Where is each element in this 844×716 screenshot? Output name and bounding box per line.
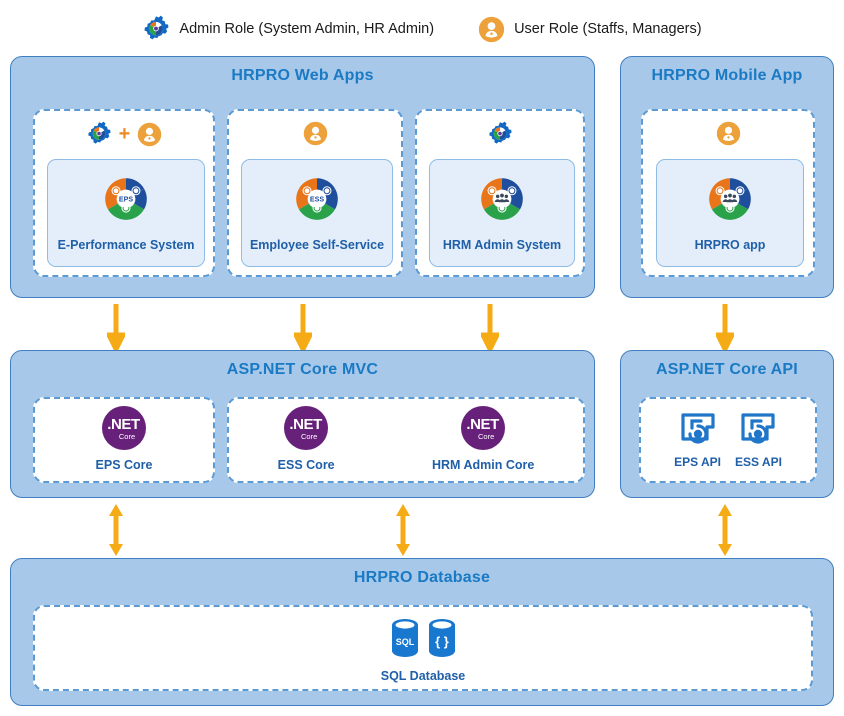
mvc-item-hrm-admin-core: .NET Core HRM Admin Core xyxy=(432,406,534,474)
dashed-card-ess-hrm-core[interactable]: .NET Core ESS Core .NET Core HRM Admin C… xyxy=(227,397,585,483)
panel-title-database: HRPRO Database xyxy=(353,569,491,586)
api-label-ess: ESS API xyxy=(735,455,782,469)
arrow-ess-to-mvc xyxy=(291,304,315,355)
user-person-icon xyxy=(303,121,328,146)
admin-gear-icon xyxy=(86,121,112,147)
user-person-icon xyxy=(137,122,162,147)
dotnet-core-line1: .NET xyxy=(289,415,322,433)
legend: Admin Role (System Admin, HR Admin) User… xyxy=(0,10,844,48)
admin-gear-icon xyxy=(142,15,170,43)
arrow-eps-to-mvc xyxy=(104,304,128,355)
admin-gear-icon xyxy=(487,121,513,147)
inner-card-eps[interactable]: EPS E-Performance System xyxy=(47,159,205,267)
dashed-card-hrm-admin[interactable]: HRM Admin System xyxy=(415,109,585,277)
dotnet-core-line1: .NET xyxy=(466,415,499,433)
legend-label-admin-role: Admin Role (System Admin, HR Admin) xyxy=(179,21,435,37)
arrow-api-to-db xyxy=(716,504,734,561)
ess-donut-icon: ESS xyxy=(289,173,345,230)
api-endpoint-icon xyxy=(680,412,716,451)
dashed-card-apis[interactable]: EPS API ESS API xyxy=(639,397,817,483)
arrow-mobile-to-api xyxy=(713,304,737,355)
mvc-label-hrm-admin-core: HRM Admin Core xyxy=(431,458,535,473)
panel-aspnet-core-api: ASP.NET Core API EPS API ESS API xyxy=(620,350,834,498)
dashed-card-eps-core[interactable]: .NET Core EPS Core xyxy=(33,397,215,483)
panel-title-web-apps: HRPRO Web Apps xyxy=(231,67,374,84)
panel-aspnet-core-mvc: ASP.NET Core MVC .NET Core EPS Core .NET… xyxy=(10,350,595,498)
db-label-sql-database: SQL Database xyxy=(380,669,466,683)
dashed-card-ess[interactable]: ESS Employee Self-Service xyxy=(227,109,403,277)
legend-label-user-role: User Role (Staffs, Managers) xyxy=(514,21,702,37)
api-item-eps[interactable]: EPS API xyxy=(674,412,721,469)
panel-title-mobile-app: HRPRO Mobile App xyxy=(651,67,803,84)
dashed-card-sql-database[interactable]: SQL { } SQL Database xyxy=(33,605,813,691)
dotnet-core-icon: .NET Core xyxy=(284,406,329,451)
eps-donut-icon: EPS xyxy=(98,173,154,230)
json-cylinder-text: { } xyxy=(435,634,449,649)
panel-title-mvc: ASP.NET Core MVC xyxy=(226,361,379,378)
dashed-card-eps[interactable]: + EPS E-Performance System xyxy=(33,109,215,277)
dotnet-core-line1: .NET xyxy=(107,415,140,433)
hrpro-donut-icon xyxy=(702,173,758,230)
legend-item-user-role: User Role (Staffs, Managers) xyxy=(478,16,702,43)
arrow-mvc-to-db-right xyxy=(394,504,412,561)
inner-card-hrm-admin[interactable]: HRM Admin System xyxy=(429,159,575,267)
inner-card-ess[interactable]: ESS Employee Self-Service xyxy=(241,159,393,267)
plus-symbol: + xyxy=(118,123,131,145)
db-item-sql-database: SQL { } SQL Database xyxy=(35,618,811,683)
panel-title-api: ASP.NET Core API xyxy=(656,361,798,378)
json-cylinder-icon: { } xyxy=(428,618,456,663)
role-row-hrm-admin xyxy=(417,121,583,147)
user-person-icon xyxy=(478,16,505,43)
legend-item-admin-role: Admin Role (System Admin, HR Admin) xyxy=(142,15,434,43)
sql-cylinder-icon: SQL xyxy=(391,618,419,663)
inner-card-label-eps: E-Performance System xyxy=(57,237,195,252)
api-item-ess[interactable]: ESS API xyxy=(735,412,782,469)
architecture-diagram: Admin Role (System Admin, HR Admin) User… xyxy=(0,0,844,716)
ess-donut-center-text: ESS xyxy=(310,195,324,203)
mvc-label-eps-core: EPS Core xyxy=(95,458,153,473)
inner-card-label-hrm-admin: HRM Admin System xyxy=(442,237,562,252)
dotnet-core-line2: Core xyxy=(301,431,318,441)
role-row-eps: + xyxy=(35,121,213,147)
api-endpoint-icon xyxy=(740,412,776,451)
dashed-card-hrpro-app[interactable]: HRPRO app xyxy=(641,109,815,277)
mvc-item-eps-core: .NET Core EPS Core xyxy=(95,406,153,474)
eps-donut-center-text: EPS xyxy=(119,195,133,203)
inner-card-hrpro-app[interactable]: HRPRO app xyxy=(656,159,804,267)
dotnet-core-icon: .NET Core xyxy=(461,406,506,451)
role-row-ess xyxy=(229,121,401,146)
dotnet-core-line2: Core xyxy=(478,431,495,441)
panel-hrpro-mobile-app: HRPRO Mobile App HRPRO app xyxy=(620,56,834,298)
dotnet-core-icon: .NET Core xyxy=(102,406,146,451)
api-label-eps: EPS API xyxy=(674,455,721,469)
dotnet-core-line2: Core xyxy=(118,431,136,441)
sql-cylinder-text: SQL xyxy=(395,637,414,647)
inner-card-label-hrpro-app: HRPRO app xyxy=(694,237,766,252)
panel-hrpro-database: HRPRO Database SQL {} SQL Database xyxy=(10,558,834,706)
panel-hrpro-web-apps: HRPRO Web Apps + EPS E-Performance Syste… xyxy=(10,56,595,298)
inner-card-label-ess: Employee Self-Service xyxy=(249,237,385,252)
user-person-icon xyxy=(716,121,741,146)
mvc-item-ess-core: .NET Core ESS Core xyxy=(278,406,335,474)
hrm-donut-icon xyxy=(474,173,530,230)
arrow-hrm-to-mvc xyxy=(478,304,502,355)
mvc-label-ess-core: ESS Core xyxy=(277,458,335,473)
arrow-mvc-to-db-left xyxy=(107,504,125,561)
role-row-hrpro-app xyxy=(643,121,813,146)
